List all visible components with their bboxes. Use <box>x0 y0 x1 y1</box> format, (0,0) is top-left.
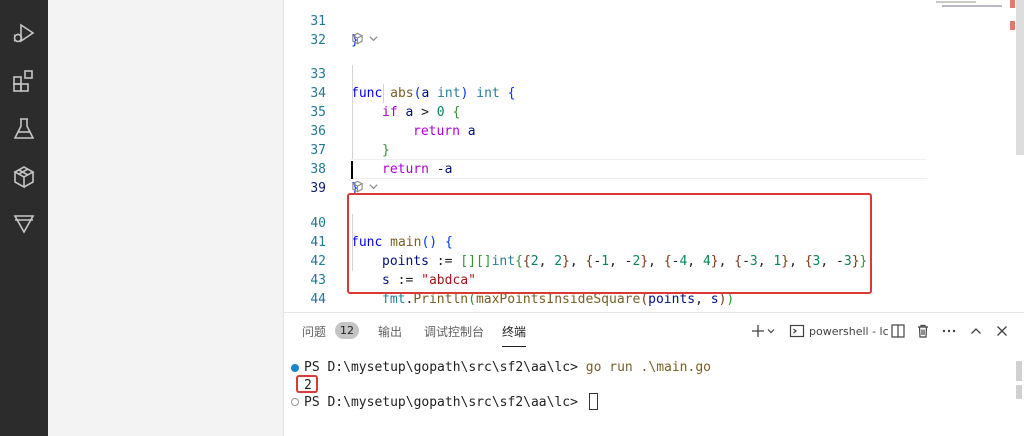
extensions-icon[interactable] <box>9 66 39 96</box>
side-panel <box>48 0 284 436</box>
close-icon <box>997 326 1007 336</box>
go-extension-icon <box>351 32 364 45</box>
split-terminal-button[interactable] <box>888 321 908 341</box>
more-actions-button[interactable] <box>939 321 959 341</box>
chevron-down-icon <box>767 329 775 334</box>
terminal-icon <box>789 324 805 338</box>
text-cursor <box>351 161 353 179</box>
chevron-up-icon <box>971 328 981 334</box>
command-pending-dot <box>291 398 299 406</box>
code-line: 32 <box>284 12 1024 48</box>
activity-bar <box>0 0 48 436</box>
terminal-prompt: PS D:\mysetup\gopath\src\sf2\aa\lc> <box>304 360 586 375</box>
problems-badge: 12 <box>335 322 359 339</box>
run-debug-icon[interactable] <box>9 18 39 48</box>
plus-icon <box>752 325 764 337</box>
terminal-cursor <box>588 393 598 410</box>
command-success-dot[interactable] <box>291 364 299 372</box>
chevron-down-icon <box>369 183 378 189</box>
scrollbar-marker <box>1010 0 1015 8</box>
trash-icon <box>918 324 928 338</box>
split-icon <box>891 324 905 338</box>
testing-icon[interactable] <box>9 114 39 144</box>
terminal-command: go run .\main.go <box>585 360 711 375</box>
minimap[interactable] <box>936 0 1006 10</box>
indent-guide <box>352 65 353 160</box>
minimap-line <box>942 5 1002 7</box>
code-line: 35 return a <box>284 84 1024 139</box>
maximize-panel-button[interactable] <box>966 321 986 341</box>
code-line: 36 } <box>284 103 1024 158</box>
current-line-border <box>351 178 927 179</box>
ellipsis-icon <box>942 329 956 333</box>
current-line-border <box>351 159 927 160</box>
highlight-box <box>347 193 872 294</box>
bottom-panel: 问题 12 输出 调试控制台 终端 powershell - lc PS D:\… <box>284 312 1024 436</box>
code-line: 38 } <box>284 141 1024 196</box>
code-line: 33 func abs(a int) int { <box>284 46 1024 101</box>
new-terminal-button[interactable] <box>748 321 778 341</box>
go-extension-icon <box>351 180 364 193</box>
code-line: 34 if a > 0 { <box>284 65 1024 120</box>
tab-debug-console[interactable]: 调试控制台 <box>424 323 484 340</box>
terminal-scrollbar[interactable] <box>1016 385 1022 399</box>
tab-terminal[interactable]: 终端 <box>502 323 526 340</box>
active-tab-indicator <box>502 346 526 347</box>
codelens[interactable] <box>351 178 380 194</box>
code-line: 39 <box>284 160 1024 196</box>
terminal-line[interactable]: PS D:\mysetup\gopath\src\sf2\aa\lc> <box>304 393 598 412</box>
indent-guide <box>383 84 384 103</box>
editor-scrollbar[interactable] <box>1016 0 1024 155</box>
terminal-prompt: PS D:\mysetup\gopath\src\sf2\aa\lc> <box>304 395 586 410</box>
terminal-line: PS D:\mysetup\gopath\src\sf2\aa\lc> go r… <box>304 359 711 377</box>
deploy-icon[interactable] <box>9 208 39 238</box>
terminal-name: powershell - lc <box>809 324 889 338</box>
go-extension-icon[interactable] <box>9 162 39 192</box>
tab-problems[interactable]: 问题 <box>302 323 326 340</box>
code-line: 31 } <box>284 0 1024 48</box>
tab-output[interactable]: 输出 <box>378 323 402 340</box>
chevron-down-icon <box>369 35 378 41</box>
panel-tabs: 问题 12 输出 调试控制台 终端 powershell - lc <box>284 313 1024 349</box>
scrollbar-marker <box>1010 21 1015 30</box>
codelens[interactable] <box>351 30 380 46</box>
kill-terminal-button[interactable] <box>913 321 933 341</box>
terminal-selector[interactable]: powershell - lc <box>789 321 889 341</box>
highlight-box <box>296 375 318 393</box>
close-panel-button[interactable] <box>992 321 1012 341</box>
code-line: 37 return -a <box>284 122 1024 177</box>
minimap-line <box>936 1 976 3</box>
terminal-scrollbar[interactable] <box>1016 361 1022 381</box>
